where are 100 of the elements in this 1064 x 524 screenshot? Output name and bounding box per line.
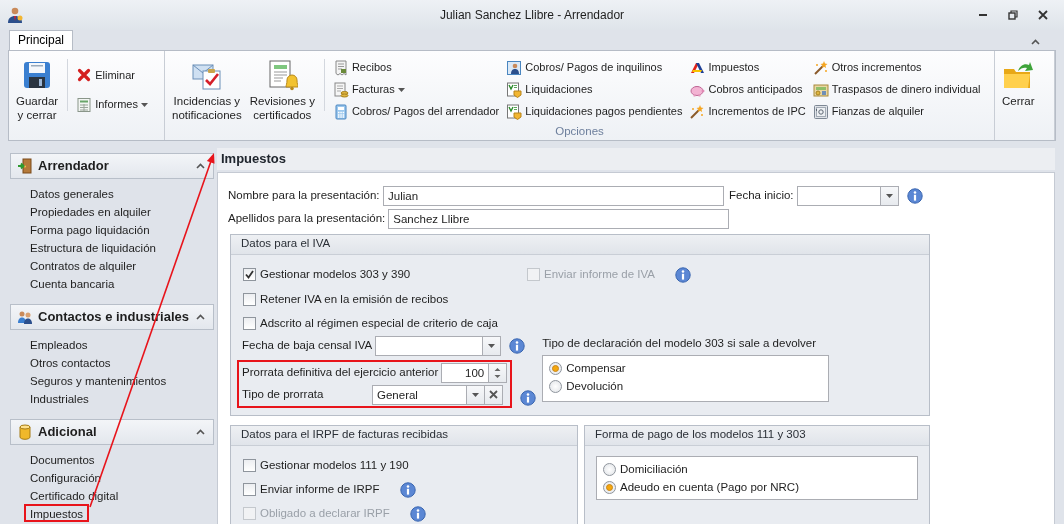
- magic-wand-icon: [689, 104, 706, 120]
- sidebar-link[interactable]: Estructura de liquidación: [24, 238, 162, 256]
- ribbon-button[interactable]: Incrementos de IPC: [687, 101, 808, 123]
- spin-button[interactable]: [489, 362, 508, 383]
- sidebar-link[interactable]: Propiedades en alquiler: [24, 202, 157, 220]
- field-label: Fecha inicio:: [729, 188, 795, 203]
- people-icon: [17, 309, 33, 325]
- minimize-icon: [979, 14, 987, 16]
- database-icon: [17, 424, 33, 440]
- radio-label: Domiciliación: [620, 462, 688, 477]
- sidebar-link[interactable]: Forma pago liquidación: [24, 220, 156, 238]
- group-label: Opciones: [555, 124, 604, 137]
- ribbon-button[interactable]: Liquidaciones pagos pendientes: [504, 101, 685, 123]
- checkbox[interactable]: [243, 293, 256, 307]
- sidebar-link[interactable]: Otros contactos: [24, 353, 117, 371]
- ribbon-button[interactable]: Cobros anticipados: [687, 79, 808, 101]
- caret-icon: [488, 343, 496, 348]
- section-header[interactable]: Adicional: [10, 419, 214, 445]
- person-icon: [6, 6, 24, 24]
- ribbon-button[interactable]: Guardar y cerrar: [13, 57, 62, 125]
- person-card-icon: [506, 60, 523, 76]
- dropdown-button[interactable]: [467, 384, 485, 405]
- radio-label: Adeudo en cuenta (Pago por NRC): [620, 480, 799, 495]
- radio-button[interactable]: [549, 380, 563, 394]
- ribbon-button[interactable]: Cobros/ Pagos del arrendador: [330, 101, 502, 123]
- field-label: Fecha de baja censal IVA: [242, 338, 374, 353]
- number-field[interactable]: 100: [441, 362, 490, 383]
- ribbon-button[interactable]: Impuestos: [687, 57, 808, 79]
- sidebar-link[interactable]: Empleados: [24, 335, 94, 353]
- restore-icon: [1008, 10, 1018, 20]
- radio-button[interactable]: [603, 463, 616, 477]
- sidebar-link[interactable]: Documentos: [24, 450, 101, 468]
- sidebar-link[interactable]: Datos generales: [24, 184, 120, 202]
- group-header: Datos para el IRPF de facturas recibidas: [231, 425, 577, 446]
- select-field[interactable]: General: [372, 384, 467, 405]
- spin-arrows-icon: [494, 365, 502, 380]
- radio-label: Devolución: [566, 379, 624, 394]
- field-label: Apellidos para la presentación:: [228, 211, 387, 226]
- field-label: Tipo de declaración del modelo 303 si sale a devolver: [542, 336, 818, 351]
- delete-icon: [76, 67, 93, 84]
- dropdown-button[interactable]: [880, 185, 899, 206]
- sidebar-link[interactable]: Impuestos: [24, 504, 90, 522]
- ribbon-button[interactable]: Liquidaciones: [504, 79, 685, 101]
- checkbox[interactable]: [243, 483, 256, 497]
- ribbon-button[interactable]: Informes: [74, 93, 150, 116]
- window-title: Julian Sanchez Llibre - Arrendador: [438, 7, 626, 23]
- ribbon-tab[interactable]: Principal: [9, 30, 74, 50]
- caret-icon: [885, 193, 893, 198]
- panel-title: Impuestos: [217, 148, 1055, 170]
- door-arrow-icon: [17, 158, 33, 174]
- checkbox-label: Retener IVA en la emisión de recibos: [260, 292, 449, 307]
- caret-icon: [472, 392, 479, 397]
- clear-icon: [489, 390, 498, 400]
- radio-label: Compensar: [566, 361, 626, 376]
- ribbon-button[interactable]: Revisiones y certificados: [246, 57, 318, 125]
- ribbon-button[interactable]: Eliminar: [74, 64, 150, 87]
- info-icon: [509, 337, 526, 354]
- ribbon-button[interactable]: Cobros/ Pagos de inquilinos: [504, 57, 685, 79]
- magic-wand-icon: [812, 60, 829, 76]
- group-header: Forma de pago de los modelos 111 y 303: [585, 425, 929, 446]
- ribbon-button[interactable]: Fianzas de alquiler: [810, 101, 983, 123]
- info-icon: [906, 187, 923, 204]
- checkbox-label: Adscrito al régimen especial de criterio de caja: [260, 316, 498, 331]
- section-header[interactable]: Arrendador: [10, 153, 214, 179]
- ribbon-button[interactable]: Traspasos de dinero individual: [810, 79, 983, 101]
- date-field[interactable]: [375, 335, 484, 356]
- chevron-up-icon: [1031, 39, 1040, 45]
- radio-button[interactable]: [549, 362, 563, 376]
- clear-button[interactable]: [485, 384, 503, 405]
- checkbox-label: Enviar informe de IVA: [544, 267, 655, 282]
- dropdown-button[interactable]: [483, 335, 502, 356]
- cash-icon: [812, 82, 829, 98]
- checkbox[interactable]: [243, 317, 256, 331]
- document-coins-icon: [332, 82, 349, 98]
- field-label: Prorrata definitiva del ejercicio anterior: [242, 365, 440, 380]
- sidebar-link[interactable]: Contratos de alquiler: [24, 256, 143, 274]
- document-bell-icon: [266, 59, 299, 91]
- text-field[interactable]: Sanchez Llibre: [388, 208, 730, 229]
- checkbox-label: Gestionar modelos 303 y 390: [260, 267, 411, 282]
- ribbon-button[interactable]: Cerrar: [999, 57, 1038, 111]
- ribbon-button[interactable]: Facturas: [330, 79, 502, 101]
- sidebar-link[interactable]: Cuenta bancaria: [24, 274, 121, 292]
- checkbox[interactable]: [243, 268, 256, 282]
- text-field[interactable]: Julian: [383, 185, 724, 206]
- sidebar-link[interactable]: Industriales: [24, 389, 95, 407]
- field-label: Nombre para la presentación:: [228, 188, 381, 203]
- checkbox-label: Obligado a declarar IRPF: [260, 506, 390, 521]
- field-label: Tipo de prorrata: [242, 387, 325, 402]
- ribbon-button[interactable]: Recibos: [330, 57, 502, 79]
- date-field[interactable]: [796, 185, 881, 206]
- receipt-icon: [332, 60, 349, 76]
- group-header: Datos para el IVA: [231, 234, 929, 255]
- radio-button[interactable]: [603, 481, 616, 495]
- checkbox-label: Gestionar modelos 111 y 190: [260, 458, 409, 473]
- ribbon-button[interactable]: Otros incrementos: [810, 57, 983, 79]
- checkbox[interactable]: [243, 459, 256, 473]
- ribbon-button[interactable]: Incidencias y notificaciones: [169, 57, 245, 125]
- document-check-icon: [506, 82, 523, 98]
- table-icon: [76, 96, 93, 113]
- close-icon: [1038, 10, 1048, 20]
